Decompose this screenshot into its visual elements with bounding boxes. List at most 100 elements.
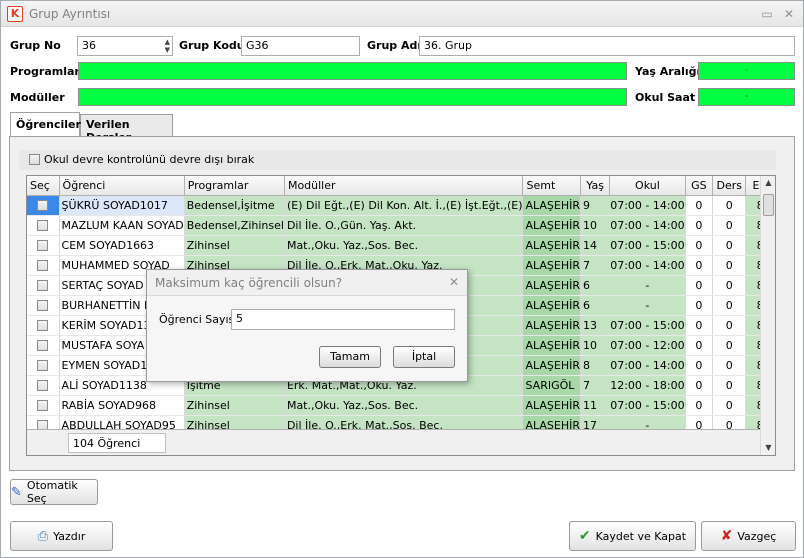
row-select-cell[interactable] (27, 395, 60, 416)
cell-yas: 14 (580, 235, 611, 256)
cell-okul: 07:00 - 14:00 (609, 255, 686, 276)
row-select-cell[interactable] (27, 355, 60, 376)
iptal-button[interactable]: İptal (393, 346, 455, 368)
app-logo-icon: K (7, 6, 23, 22)
grup-no-spinner[interactable]: ▲ ▼ (165, 38, 170, 54)
grup-kodu-input[interactable]: G36 (241, 36, 360, 56)
title-bar: K Grup Ayrıntısı ▭ ✕ (1, 1, 803, 27)
cell-ogrenci: RABİA SOYAD968 (59, 395, 185, 416)
row-select-checkbox[interactable] (37, 240, 49, 251)
cell-gs: 0 (685, 275, 714, 296)
cell-okul: 12:00 - 18:00 (609, 375, 686, 396)
cell-ogrenci: MAZLUM KAAN SOYAD (59, 215, 185, 236)
cell-okul: 07:00 - 14:00 (609, 195, 686, 216)
cell-semt: ALAŞEHİR (522, 295, 582, 316)
grup-no-label: Grup No (10, 39, 61, 52)
col-header-semt[interactable]: Semt (522, 176, 582, 196)
row-select-checkbox[interactable] (37, 300, 49, 311)
row-select-checkbox[interactable] (37, 320, 49, 331)
window-title: Grup Ayrıntısı (29, 7, 111, 21)
cell-yas: 10 (580, 335, 611, 356)
row-select-cell[interactable] (27, 335, 60, 356)
cell-gs: 0 (685, 215, 714, 236)
row-select-cell[interactable] (27, 275, 60, 296)
grup-no-input[interactable]: 36 ▲ ▼ (77, 36, 173, 56)
cell-ders: 0 (712, 335, 747, 356)
col-header-ders[interactable]: Ders (712, 176, 747, 196)
row-select-cell[interactable] (27, 235, 60, 256)
cell-gs: 0 (685, 255, 714, 276)
cell-ogrenci: CEM SOYAD1663 (59, 235, 185, 256)
row-select-checkbox[interactable] (37, 400, 49, 411)
row-select-cell[interactable] (27, 195, 60, 216)
main-window: K Grup Ayrıntısı ▭ ✕ Grup No 36 ▲ ▼ Grup … (0, 0, 804, 558)
cell-gs: 0 (685, 195, 714, 216)
table-row[interactable]: ŞÜKRÜ SOYAD1017 Bedensel,İşitme (E) Dil Eğ… (27, 195, 775, 216)
cell-okul: 07:00 - 12:00 (609, 335, 686, 356)
col-header-programlar[interactable]: Programlar (184, 176, 285, 196)
maximize-icon[interactable]: ▭ (759, 6, 775, 22)
scroll-down-arrow-icon[interactable]: ▼ (761, 441, 776, 455)
row-select-cell[interactable] (27, 315, 60, 336)
row-select-checkbox[interactable] (37, 380, 49, 391)
cell-programlar: Zihinsel (184, 235, 285, 256)
vazgec-button[interactable]: ✘ Vazgeç (701, 521, 796, 551)
row-select-checkbox[interactable] (37, 280, 49, 291)
row-select-checkbox[interactable] (37, 360, 49, 371)
cell-moduller: (E) Dil Eğt.,(E) Dil Kon. Alt. İ.,(E) İş… (284, 195, 524, 216)
grup-adi-input[interactable]: 36. Grup (419, 36, 795, 56)
row-select-checkbox[interactable] (37, 340, 49, 351)
disable-check-checkbox[interactable] (29, 154, 40, 165)
col-header-moduller[interactable]: Modüller (284, 176, 524, 196)
col-header-yas[interactable]: Yaş (580, 176, 611, 196)
cell-semt: ALAŞEHİR (522, 335, 582, 356)
table-row[interactable]: RABİA SOYAD968 Zihinsel Mat.,Oku. Yaz.,Sos… (27, 395, 775, 416)
cell-ders: 0 (712, 315, 747, 336)
cell-okul: 07:00 - 15:00 (609, 315, 686, 336)
row-select-cell[interactable] (27, 215, 60, 236)
row-select-cell[interactable] (27, 255, 60, 276)
grup-adi-value: 36. Grup (424, 39, 472, 52)
scroll-thumb[interactable] (763, 194, 774, 216)
scroll-up-arrow-icon[interactable]: ▲ (761, 176, 776, 190)
row-select-cell[interactable] (27, 295, 60, 316)
cell-gs: 0 (685, 335, 714, 356)
col-header-sec[interactable]: Seç (27, 176, 60, 196)
auto-select-icon: ✎ (11, 484, 22, 500)
table-row[interactable]: CEM SOYAD1663 Zihinsel Mat.,Oku. Yaz.,Sos.… (27, 235, 775, 256)
tamam-button[interactable]: Tamam (319, 346, 381, 368)
cell-gs: 0 (685, 375, 714, 396)
cell-yas: 10 (580, 215, 611, 236)
kaydet-ve-kapat-button[interactable]: ✔ Kaydet ve Kapat (569, 521, 696, 551)
cell-yas: 9 (580, 195, 611, 216)
okul-saat-value: - (698, 88, 795, 106)
table-row[interactable]: MAZLUM KAAN SOYAD Bedensel,Zihinsel Dil İl… (27, 215, 775, 236)
row-select-checkbox[interactable] (37, 200, 49, 211)
grid-footer: 104 Öğrenci (27, 429, 760, 455)
cell-okul: 07:00 - 14:00 (609, 355, 686, 376)
tab-ogrenciler[interactable]: Öğrenciler (10, 112, 81, 136)
yazdir-button[interactable]: ⎙ Yazdır (10, 521, 113, 551)
cell-okul: - (609, 275, 686, 296)
grid-vertical-scrollbar[interactable]: ▲ ▼ (760, 176, 775, 455)
close-icon[interactable]: ✕ (781, 6, 797, 22)
ogrenci-sayisi-label: Öğrenci Sayısı (159, 313, 238, 326)
yazdir-label: Yazdır (53, 529, 86, 543)
col-header-okul[interactable]: Okul (609, 176, 686, 196)
col-header-gs[interactable]: GS (685, 176, 714, 196)
tab-verilen-dersler[interactable]: Verilen Dersler (80, 114, 173, 144)
dialog-close-icon[interactable]: ✕ (449, 275, 459, 289)
cell-semt: ALAŞEHİR (522, 395, 582, 416)
ogrenci-sayisi-input[interactable]: 5 (231, 309, 455, 330)
cell-programlar: Bedensel,İşitme (184, 195, 285, 216)
grup-kodu-value: G36 (246, 39, 269, 52)
cell-ders: 0 (712, 195, 747, 216)
col-header-ogrenci[interactable]: Öğrenci (59, 176, 185, 196)
row-select-checkbox[interactable] (37, 260, 49, 271)
cell-semt: SARIGÖL (522, 375, 582, 396)
otomatik-sec-button[interactable]: ✎ Otomatik Seç (10, 479, 98, 505)
disable-check-label: Okul devre kontrolünü devre dışı bırak (44, 153, 255, 166)
row-select-cell[interactable] (27, 375, 60, 396)
row-select-checkbox[interactable] (37, 220, 49, 231)
cell-semt: ALAŞEHİR (522, 355, 582, 376)
